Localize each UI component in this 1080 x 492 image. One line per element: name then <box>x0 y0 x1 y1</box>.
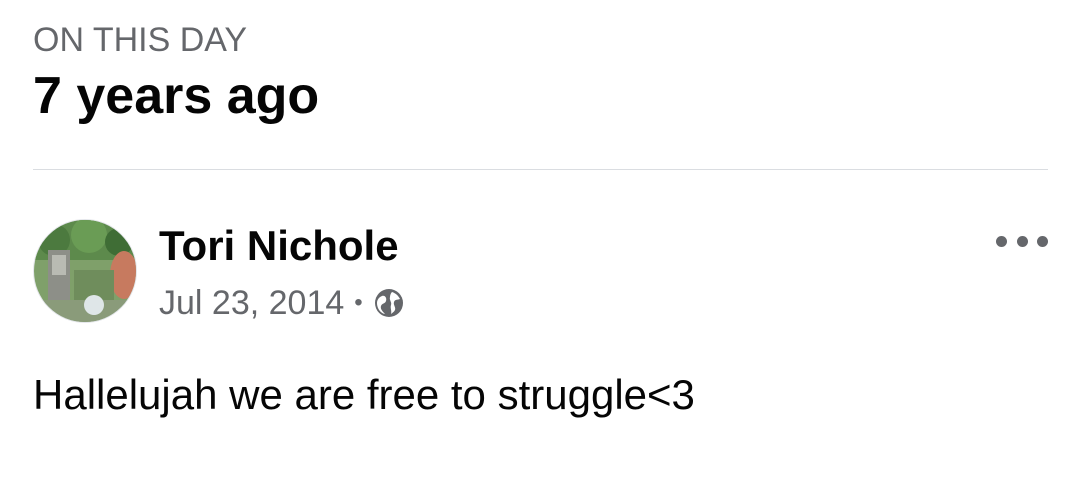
more-dot <box>1016 235 1028 247</box>
memory-kicker: ON THIS DAY <box>33 21 248 59</box>
memory-headline: 7 years ago <box>33 67 320 125</box>
post-date[interactable]: Jul 23, 2014 <box>159 284 344 323</box>
divider <box>33 169 1048 170</box>
post-text: Hallelujah we are free to struggle<3 <box>33 371 695 418</box>
more-options-icon[interactable] <box>996 227 1048 255</box>
post-author[interactable]: Tori Nichole <box>159 221 399 271</box>
post-meta: Jul 23, 2014 • <box>159 281 405 325</box>
globe-icon[interactable] <box>373 287 405 319</box>
post-header: Tori Nichole Jul 23, 2014 • <box>33 219 1048 323</box>
memory-header: ON THIS DAY 7 years ago <box>33 20 319 124</box>
more-dot <box>996 235 1007 247</box>
more-dot <box>1037 235 1048 247</box>
meta-separator: • <box>354 289 363 316</box>
avatar[interactable] <box>33 219 137 323</box>
